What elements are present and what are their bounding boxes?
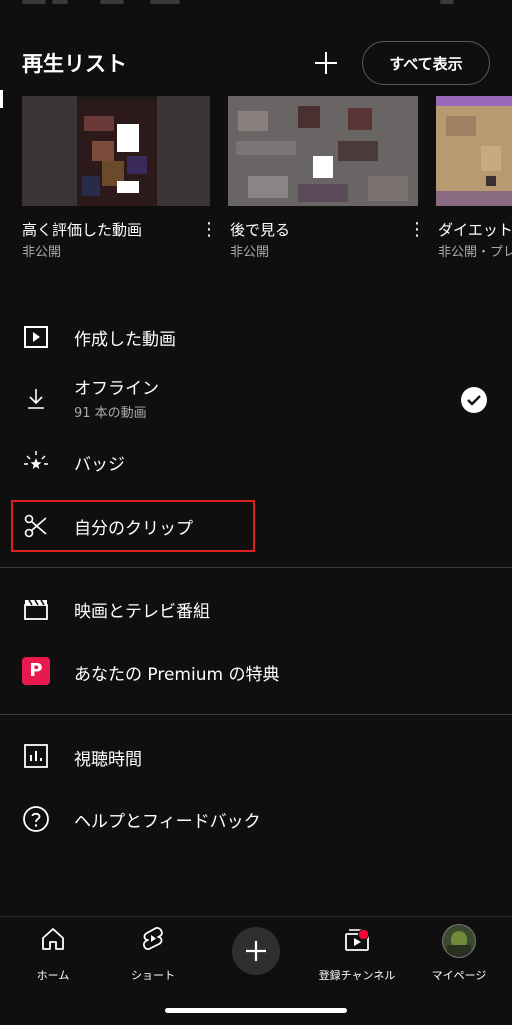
more-vert-icon[interactable]: ⋮ — [200, 220, 218, 240]
menu-label: あなたの Premium の特典 — [74, 665, 280, 685]
menu-label: 映画とテレビ番組 — [74, 602, 210, 622]
nav-shorts[interactable]: ショート — [108, 925, 198, 985]
avatar — [443, 925, 475, 957]
playlist-title[interactable]: 高く評価した動画 — [22, 219, 142, 240]
status-bar — [0, 0, 512, 20]
plus-icon — [246, 941, 266, 961]
menu-item-offline[interactable]: オフライン 91 本の動画 — [0, 370, 512, 426]
menu-item-watch-time[interactable]: 視聴時間 — [0, 730, 512, 782]
playlist-thumbnail[interactable] — [22, 96, 210, 206]
add-playlist-button[interactable] — [310, 47, 342, 79]
highlight-box — [11, 500, 255, 552]
menu-item-help-feedback[interactable]: ヘルプとフィードバック — [0, 792, 512, 844]
bar-chart-icon — [24, 744, 48, 768]
scroll-edge — [0, 90, 3, 108]
badge-sparkle-icon — [24, 451, 48, 469]
section-title: 再生リスト — [22, 52, 127, 76]
playlist-privacy: 非公開 — [230, 245, 270, 260]
playlist-thumbnail[interactable] — [436, 96, 512, 206]
nav-label: ショート — [131, 969, 175, 982]
divider — [0, 567, 512, 568]
divider — [0, 714, 512, 715]
playlist-thumbnail[interactable] — [228, 96, 418, 206]
show-all-button[interactable]: すべて表示 — [362, 41, 490, 85]
shorts-icon — [142, 927, 163, 950]
menu-item-created-videos[interactable]: 作成した動画 — [0, 310, 512, 362]
menu-label: 視聴時間 — [74, 750, 142, 770]
menu-label: バッジ — [74, 455, 125, 475]
download-icon — [28, 389, 44, 409]
playlist-privacy: 非公開 — [22, 245, 62, 260]
menu-label: 作成した動画 — [74, 330, 176, 350]
create-button[interactable] — [232, 927, 280, 975]
nav-home[interactable]: ホーム — [8, 925, 98, 985]
playlist-title[interactable]: 後で見る — [230, 219, 290, 240]
offline-count: 91 本の動画 — [74, 406, 147, 421]
nav-label: 登録チャンネル — [318, 969, 396, 982]
nav-subscriptions[interactable]: 登録チャンネル — [312, 925, 402, 985]
playlist-title[interactable]: ダイエット — [438, 219, 512, 240]
check-circle-icon — [461, 387, 487, 413]
notification-dot — [358, 929, 369, 940]
nav-label: マイページ — [431, 969, 487, 982]
premium-icon: P — [22, 657, 50, 685]
menu-item-premium-benefits[interactable]: P あなたの Premium の特典 — [0, 644, 512, 696]
play-box-icon — [24, 326, 48, 348]
menu-item-movies-tv[interactable]: 映画とテレビ番組 — [0, 582, 512, 634]
menu-item-badges[interactable]: バッジ — [0, 436, 512, 488]
playlist-privacy: 非公開・プレ — [438, 245, 512, 260]
home-icon — [42, 928, 64, 950]
menu-label: オフライン — [74, 379, 159, 399]
nav-you[interactable]: マイページ — [414, 925, 504, 985]
menu-label: ヘルプとフィードバック — [74, 812, 261, 832]
plus-icon — [315, 52, 337, 74]
clapperboard-icon — [24, 599, 48, 620]
more-vert-icon[interactable]: ⋮ — [408, 220, 426, 240]
nav-label: ホーム — [36, 969, 70, 982]
home-indicator — [165, 1008, 347, 1013]
help-circle-icon — [23, 806, 49, 832]
